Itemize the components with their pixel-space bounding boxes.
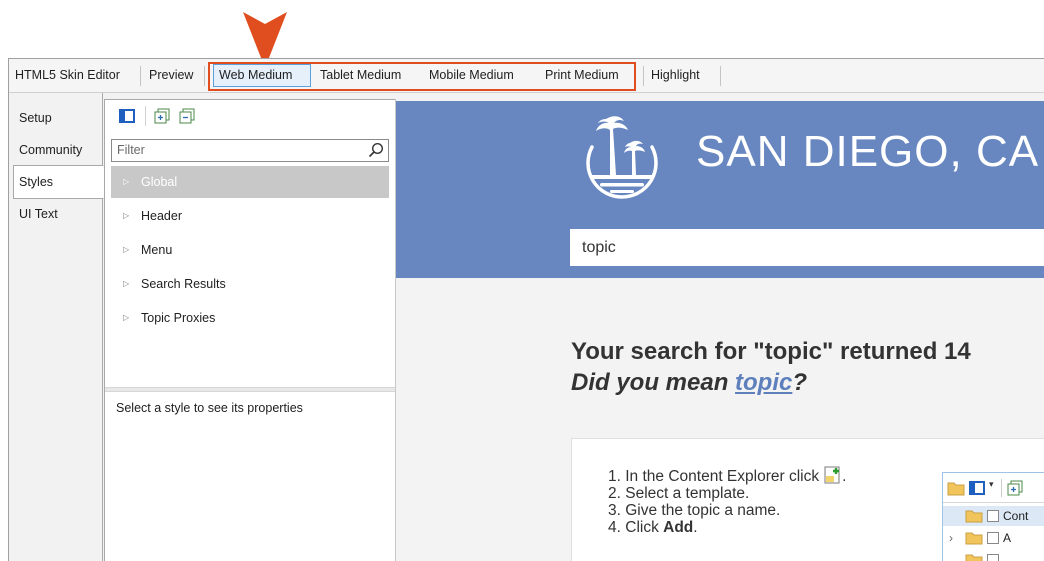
tree-item-label: Cont <box>1003 509 1029 523</box>
filter-placeholder: Filter <box>117 143 145 157</box>
tab-ui-text[interactable]: UI Text <box>9 199 103 231</box>
expand-arrow-icon[interactable]: ▷ <box>123 200 129 232</box>
step-bold-text: Add <box>663 519 694 536</box>
result-steps: 1. In the Content Explorer click . 2. Se… <box>608 466 846 536</box>
expand-arrow-icon[interactable]: ▷ <box>123 268 129 300</box>
panel-splitter[interactable] <box>105 387 395 392</box>
highlight-button[interactable]: Highlight <box>651 59 700 92</box>
list-item: 3. Give the topic a name. <box>608 502 846 519</box>
did-you-mean-suffix: ? <box>792 369 808 396</box>
list-item: Cont <box>943 506 1044 526</box>
add-topic-icon <box>824 466 840 484</box>
preview-header: SAN DIEGO, CA topic <box>396 101 1044 278</box>
folder-icon <box>947 482 965 496</box>
expand-all-icon <box>1007 480 1023 496</box>
collapse-all-icon[interactable] <box>179 108 195 124</box>
step-text: In the Content Explorer click <box>625 468 820 485</box>
step-number: 1. <box>608 468 621 485</box>
search-result-card[interactable]: 1. In the Content Explorer click . 2. Se… <box>571 438 1044 561</box>
tab-styles[interactable]: Styles <box>13 165 104 199</box>
step-text: Click <box>625 519 664 536</box>
site-title: SAN DIEGO, CA <box>696 127 1040 176</box>
search-results-heading: Your search for "topic" returned 14 <box>571 338 971 365</box>
expand-arrow-icon[interactable]: ▷ <box>123 302 129 334</box>
step-text: Select a template. <box>625 485 750 502</box>
step-number: 4. <box>608 519 621 536</box>
toolbar-divider <box>643 66 644 86</box>
toolbar-divider <box>204 66 205 86</box>
tab-html5-skin-editor[interactable]: HTML5 Skin Editor <box>15 59 120 92</box>
toolbar-divider <box>720 66 721 86</box>
expand-arrow-icon[interactable]: ▷ <box>123 166 129 198</box>
list-item: › A <box>943 528 1044 548</box>
style-item-menu[interactable]: ▷ Menu <box>111 234 389 266</box>
chevron-down-icon: ▾ <box>989 479 994 489</box>
preview-search-input[interactable]: topic <box>570 229 1044 266</box>
layout-icon <box>969 481 985 495</box>
skin-editor-window: HTML5 Skin Editor Preview Web Medium Tab… <box>8 58 1044 561</box>
list-item <box>943 550 1044 561</box>
folder-icon <box>965 532 983 545</box>
checkbox <box>987 510 999 522</box>
skin-preview: SAN DIEGO, CA topic Your search for "top… <box>396 101 1044 561</box>
palm-tree-logo-icon <box>586 116 658 199</box>
style-item-header[interactable]: ▷ Header <box>111 200 389 232</box>
expand-arrow-icon[interactable]: ▷ <box>123 234 129 266</box>
toolbar-divider <box>1001 479 1002 497</box>
folder-icon <box>965 510 983 523</box>
tab-setup[interactable]: Setup <box>9 103 103 135</box>
step-suffix: . <box>693 519 698 536</box>
style-item-search-results[interactable]: ▷ Search Results <box>111 268 389 300</box>
style-item-label: Topic Proxies <box>141 311 216 325</box>
expand-all-icon[interactable] <box>154 108 170 124</box>
content-explorer-screenshot: ▾ Cont › A <box>942 472 1044 561</box>
style-item-label: Header <box>141 209 182 223</box>
search-icon[interactable] <box>368 142 384 158</box>
toolbar-divider <box>140 66 141 86</box>
step-suffix: . <box>842 468 847 485</box>
mini-toolbar: ▾ <box>943 473 1044 503</box>
toolbar-divider <box>145 106 146 126</box>
media-callout-box <box>208 62 636 91</box>
style-item-label: Global <box>141 175 178 189</box>
side-tabs: Setup Community Styles UI Text <box>9 93 104 561</box>
step-number: 3. <box>608 502 621 519</box>
tab-community[interactable]: Community <box>9 135 103 167</box>
style-item-global[interactable]: ▷ Global <box>111 166 389 198</box>
checkbox <box>987 532 999 544</box>
chevron-right-icon: › <box>949 531 953 545</box>
did-you-mean-link[interactable]: topic <box>735 369 792 396</box>
did-you-mean-prefix: Did you mean <box>571 369 736 396</box>
step-text: Give the topic a name. <box>625 502 781 519</box>
search-value: topic <box>582 239 616 256</box>
panel-layout-icon[interactable] <box>119 108 135 124</box>
folder-icon <box>965 554 983 561</box>
list-item: 4. Click Add. <box>608 519 846 536</box>
styles-panel-toolbar <box>105 100 395 134</box>
checkbox <box>987 554 999 561</box>
tab-preview[interactable]: Preview <box>149 59 193 92</box>
style-item-topic-proxies[interactable]: ▷ Topic Proxies <box>111 302 389 334</box>
style-item-label: Menu <box>141 243 173 257</box>
list-item: 1. In the Content Explorer click . <box>608 466 846 485</box>
style-item-label: Search Results <box>141 277 226 291</box>
did-you-mean: Did you mean topic? <box>571 369 807 397</box>
properties-hint: Select a style to see its properties <box>116 401 303 415</box>
style-filter-input[interactable]: Filter <box>111 139 389 162</box>
step-number: 2. <box>608 485 621 502</box>
editor-toolbar: HTML5 Skin Editor Preview Web Medium Tab… <box>9 59 1044 93</box>
styles-panel: Filter ▷ Global ▷ Header ▷ Menu ▷ Search… <box>104 99 396 561</box>
tree-item-label: A <box>1003 531 1012 545</box>
list-item: 2. Select a template. <box>608 485 846 502</box>
